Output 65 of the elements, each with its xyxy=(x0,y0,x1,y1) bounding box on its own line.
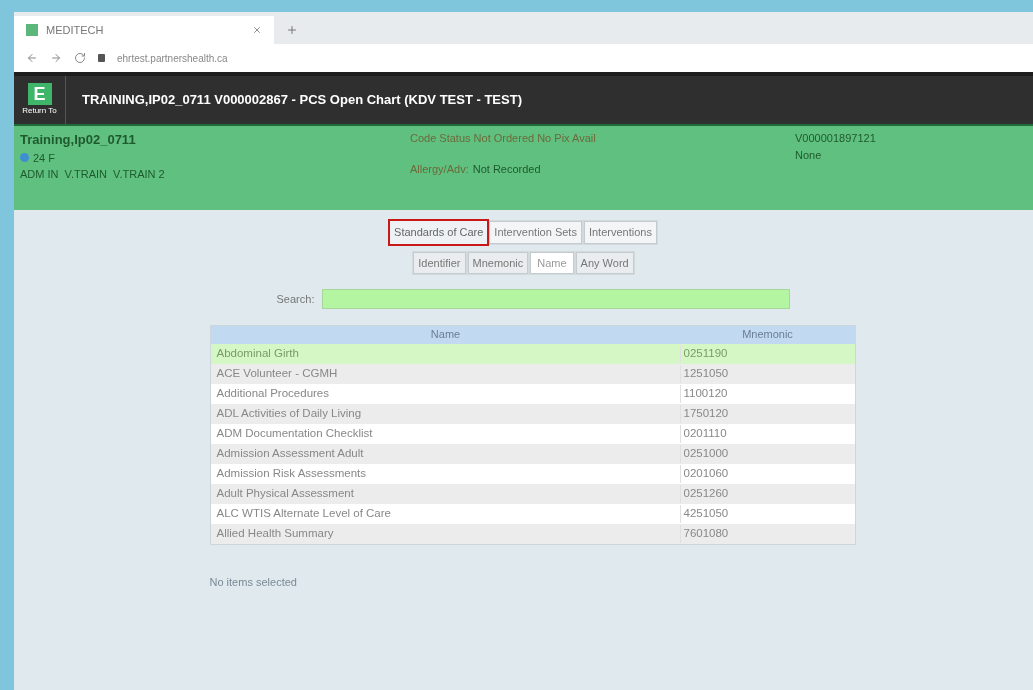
column-header[interactable]: Name xyxy=(210,326,681,344)
close-icon[interactable] xyxy=(252,25,262,35)
name-cell: Allied Health Summary xyxy=(210,525,681,543)
address-field[interactable]: ehrtest.partnershealth.ca xyxy=(117,50,228,66)
search-field[interactable] xyxy=(322,289,791,309)
category-tab[interactable]: Interventions xyxy=(583,221,657,244)
table-row[interactable]: ADL Activities of Daily Living 1750120 xyxy=(210,404,855,424)
account-note: None xyxy=(795,147,823,163)
code-status: Code Status Not Ordered No Pix Avail xyxy=(410,131,597,146)
category-tab[interactable]: Standards of Care xyxy=(390,221,488,244)
table-row[interactable]: ALC WTIS Alternate Level of Care 4251050 xyxy=(210,504,855,524)
account-number: V000001897121 xyxy=(795,131,876,146)
table-row[interactable]: ADM Documentation Checklist 0201110 xyxy=(210,424,855,444)
mnemonic-cell-text: 0201060 xyxy=(682,466,729,482)
search-by-tab[interactable]: Identifier xyxy=(413,251,466,274)
search-by-tab[interactable]: Mnemonic xyxy=(467,251,529,274)
allergy-label: Allergy/Adv: xyxy=(410,161,469,177)
search-label: Search: xyxy=(276,291,315,307)
status-icon xyxy=(20,153,29,163)
mnemonic-cell-text: 1251050 xyxy=(682,366,729,382)
browser-tab[interactable]: MEDITECH xyxy=(14,16,274,44)
mnemonic-cell-text: 1100120 xyxy=(682,386,728,402)
table-row[interactable]: ACE Volunteer - CGMH 1251050 xyxy=(210,364,855,384)
category-tab[interactable]: Intervention Sets xyxy=(489,221,582,244)
patient-name: Training,Ip02_0711 xyxy=(20,131,137,149)
mnemonic-cell-text: 0201110 xyxy=(682,426,727,442)
name-cell: Adult Physical Assessment xyxy=(210,485,681,503)
table-row[interactable]: Additional Procedures 1100120 xyxy=(210,384,855,404)
new-tab-icon[interactable] xyxy=(286,24,298,36)
mnemonic-cell-text: 0251000 xyxy=(682,446,729,462)
table-row[interactable]: Abdominal Girth 0251190 xyxy=(210,344,855,364)
patient-age-sex: 24 F xyxy=(33,150,55,166)
return-button[interactable]: E Return To xyxy=(14,76,66,124)
patient-location: ADM IN V.TRAIN V.TRAIN 2 xyxy=(20,167,166,182)
name-cell: ALC WTIS Alternate Level of Care xyxy=(210,505,681,523)
search-by-tab[interactable]: Name xyxy=(530,251,574,274)
lock-icon xyxy=(98,54,105,62)
return-label: Return To xyxy=(22,105,57,117)
name-cell: Admission Assessment Adult xyxy=(210,445,681,463)
mnemonic-cell-text: 0251260 xyxy=(682,486,729,502)
name-cell: ADL Activities of Daily Living xyxy=(210,405,681,423)
mnemonic-cell-text: 7601080 xyxy=(682,526,729,542)
column-header[interactable]: Mnemonic xyxy=(680,326,855,344)
name-cell: ACE Volunteer - CGMH xyxy=(210,365,681,383)
table-row[interactable]: Adult Physical Assessment 0251260 xyxy=(210,484,855,504)
table-row[interactable]: Admission Risk Assessments 0201060 xyxy=(210,464,855,484)
logo-icon: E xyxy=(27,83,52,105)
mnemonic-cell-text: 0251190 xyxy=(682,346,728,362)
search-by-tab[interactable]: Any Word xyxy=(575,251,634,274)
reload-icon[interactable] xyxy=(74,52,86,64)
name-cell: Abdominal Girth xyxy=(210,345,681,363)
favicon-icon xyxy=(26,24,38,36)
allergy-value: Not Recorded xyxy=(472,161,541,177)
mnemonic-cell-text: 1750120 xyxy=(682,406,729,422)
name-cell: ADM Documentation Checklist xyxy=(210,425,681,443)
mnemonic-cell-text: 4251050 xyxy=(682,506,729,522)
name-cell: Admission Risk Assessments xyxy=(210,465,681,483)
selection-status: No items selected xyxy=(209,576,297,588)
name-cell: Additional Procedures xyxy=(210,385,681,403)
forward-icon[interactable] xyxy=(50,52,62,64)
table-row[interactable]: Allied Health Summary 7601080 xyxy=(210,524,855,544)
tab-title: MEDITECH xyxy=(46,22,105,38)
window-title: TRAINING,IP02_0711 V000002867 - PCS Open Chart (KDV TEST - TEST) xyxy=(82,91,522,110)
table-row[interactable]: Admission Assessment Adult 0251000 xyxy=(210,444,855,464)
back-icon[interactable] xyxy=(26,52,38,64)
